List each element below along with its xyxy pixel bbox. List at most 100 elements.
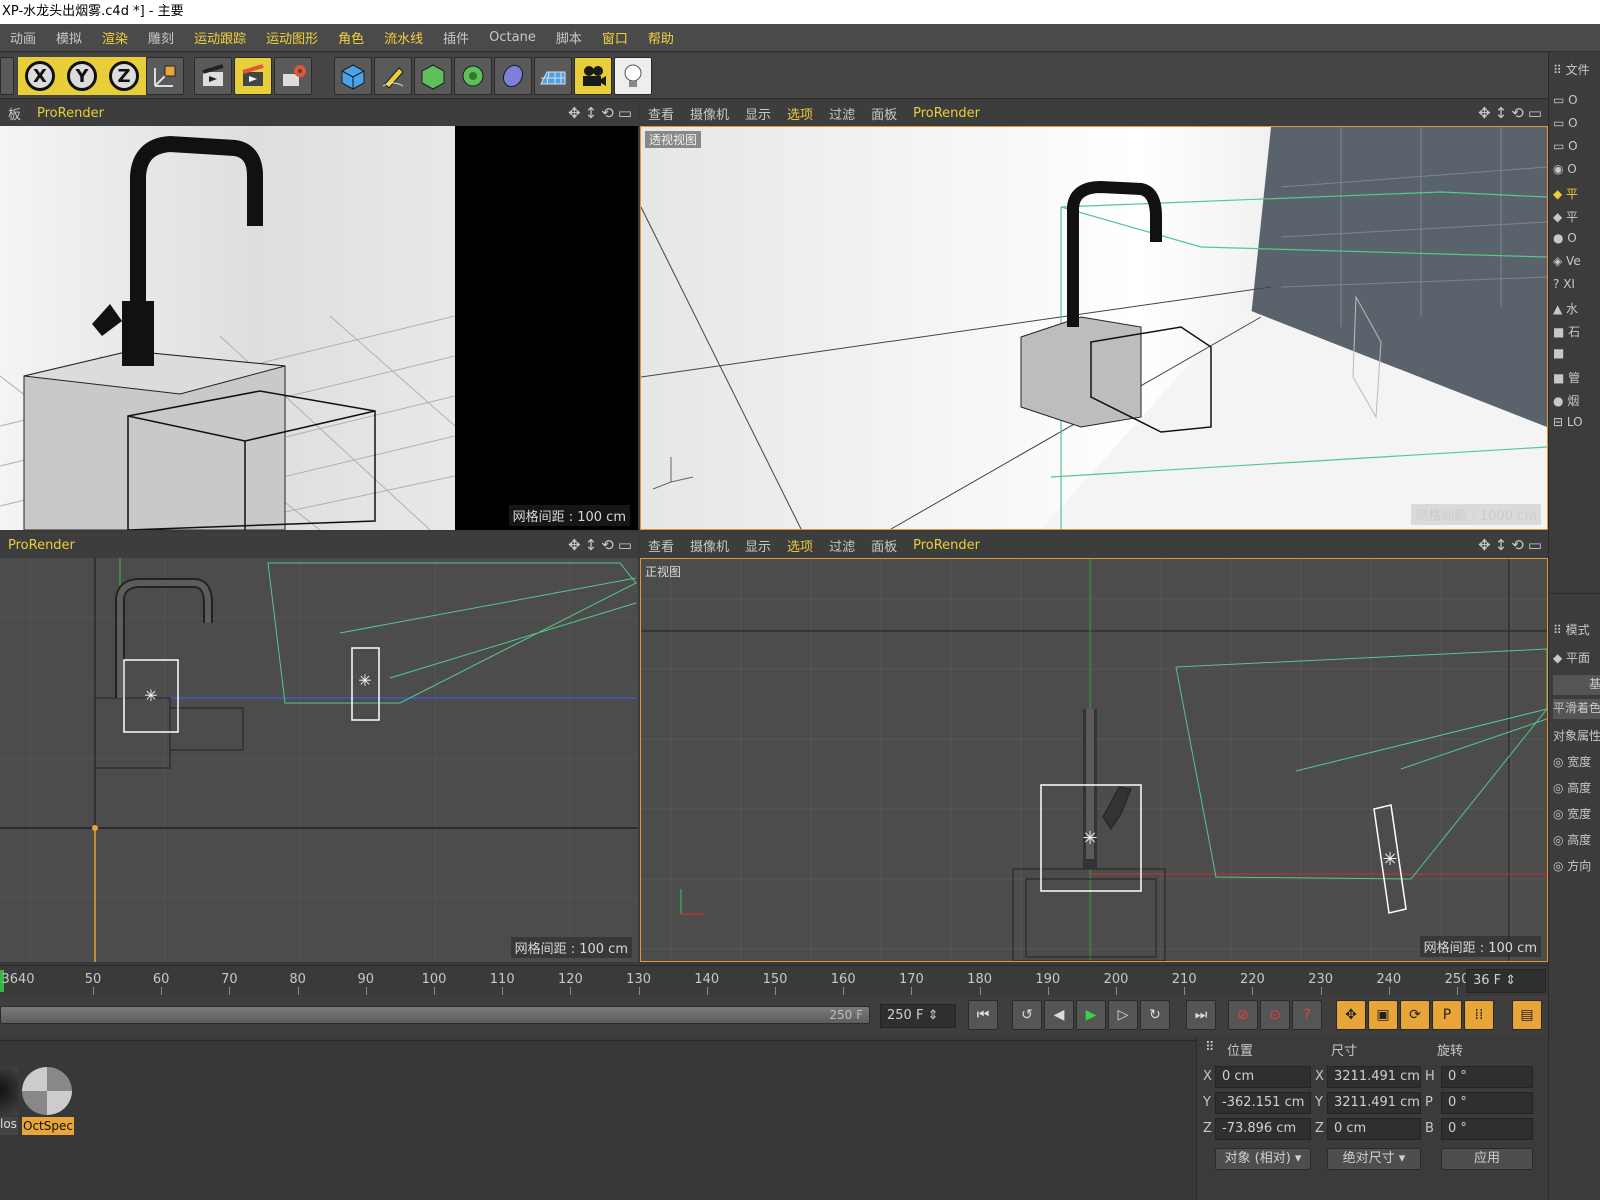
y-axis-button[interactable]: Y	[62, 59, 102, 93]
move-view-icon[interactable]: ✥	[1478, 536, 1491, 554]
viewport-canvas[interactable]: ✳ ✳ 正视图 网格间距 : 100 cm	[640, 558, 1548, 962]
rotation-h-field[interactable]: 0 °	[1441, 1066, 1533, 1088]
menu-item[interactable]: 插件	[433, 28, 479, 47]
attribute-field[interactable]: ◎ 高度	[1553, 831, 1591, 851]
viewport-menu-camera[interactable]: 摄像机	[682, 104, 737, 123]
phong-tab[interactable]: 平滑着色	[1553, 699, 1600, 719]
viewport-menu-panel[interactable]: 面板	[863, 536, 905, 555]
zoom-view-icon[interactable]: ↕	[1495, 536, 1508, 554]
menu-item[interactable]: 渲染	[92, 28, 138, 47]
object-row[interactable]: ? XI	[1553, 277, 1575, 297]
viewport-perspective[interactable]: 查看 摄像机 显示 选项 过滤 面板 ProRender ✥ ↕ ⟲ ▭ 透视视…	[640, 100, 1548, 530]
viewport-menu-item[interactable]: 板	[0, 104, 29, 123]
floor-button[interactable]	[534, 57, 572, 95]
cloner-button[interactable]	[454, 57, 492, 95]
viewport-top-left[interactable]: 板 ProRender ✥ ↕ ⟲ ▭ 网格间距: 100 cm	[0, 100, 638, 530]
viewport-menu-prorender[interactable]: ProRender	[905, 106, 988, 121]
go-to-next-key-button[interactable]: ↻	[1140, 1000, 1170, 1030]
render-settings-button[interactable]	[274, 57, 312, 95]
viewport-menu-prorender[interactable]: ProRender	[905, 538, 988, 553]
viewport-bottom-left[interactable]: ProRender ✥ ↕ ⟲ ▭ ✳ ✳ 网格间距: 100 cm	[0, 532, 638, 962]
attribute-field[interactable]: ◎ 高度	[1553, 779, 1591, 799]
attribute-field[interactable]: ◎ 宽度	[1553, 805, 1591, 825]
move-view-icon[interactable]: ✥	[568, 536, 581, 554]
object-row[interactable]: ▭ O	[1553, 116, 1578, 136]
rotate-view-icon[interactable]: ⟲	[1511, 536, 1524, 554]
rotate-view-icon[interactable]: ⟲	[601, 104, 614, 122]
keyframe-selection-button[interactable]: ?	[1292, 1000, 1322, 1030]
menu-item[interactable]: 模拟	[46, 28, 92, 47]
timeline-button[interactable]: ▤	[1512, 1000, 1542, 1030]
rotation-p-field[interactable]: 0 °	[1441, 1092, 1533, 1114]
world-coordinate-button[interactable]	[146, 57, 184, 95]
viewport-menu-options[interactable]: 选项	[779, 536, 821, 555]
move-view-icon[interactable]: ✥	[1478, 104, 1491, 122]
position-z-field[interactable]: -73.896 cm	[1215, 1118, 1311, 1140]
light-button[interactable]	[614, 57, 652, 95]
menu-item[interactable]: 流水线	[374, 28, 433, 47]
maximize-view-icon[interactable]: ▭	[618, 536, 632, 554]
menu-item[interactable]: 动画	[0, 28, 46, 47]
timeline-ruler[interactable]: 3640 50 60 70 80 90 100 110 120 130 140 150 160 170 1…	[0, 965, 1548, 995]
viewport-canvas[interactable]: 透视视图 网格间距 : 1000 cm	[640, 126, 1548, 530]
time-range-slider[interactable]: 250 F	[0, 1006, 870, 1024]
object-row[interactable]: ▲ 水	[1553, 300, 1578, 320]
object-row[interactable]: ● O	[1553, 231, 1577, 251]
record-position-button[interactable]: ✥	[1336, 1000, 1366, 1030]
object-row[interactable]: ◆ 平	[1553, 185, 1578, 205]
viewport-menu-options[interactable]: 选项	[779, 104, 821, 123]
go-to-prev-key-button[interactable]: ↺	[1012, 1000, 1042, 1030]
current-frame-field[interactable]: 36 F ⇕	[1466, 969, 1546, 993]
end-frame-field[interactable]: 250 F ⇕	[880, 1004, 956, 1028]
menu-item[interactable]: 雕刻	[138, 28, 184, 47]
maximize-view-icon[interactable]: ▭	[618, 104, 632, 122]
size-z-field[interactable]: 0 cm	[1327, 1118, 1421, 1140]
attribute-field[interactable]: ◎ 宽度	[1553, 753, 1591, 773]
object-row[interactable]: ⊟ LO	[1553, 415, 1583, 435]
position-y-field[interactable]: -362.151 cm	[1215, 1092, 1311, 1114]
auto-keying-button[interactable]: ⊙	[1260, 1000, 1290, 1030]
rotate-view-icon[interactable]: ⟲	[601, 536, 614, 554]
size-y-field[interactable]: 3211.491 cm	[1327, 1092, 1421, 1114]
go-to-start-button[interactable]: ⏮	[968, 1000, 998, 1030]
go-to-end-button[interactable]: ⏭	[1186, 1000, 1216, 1030]
menu-item[interactable]: Octane	[479, 30, 546, 45]
menu-item[interactable]: 运动跟踪	[184, 28, 256, 47]
viewport-menu-filter[interactable]: 过滤	[821, 536, 863, 555]
coordinate-mode-dropdown[interactable]: 对象 (相对) ▾	[1215, 1148, 1311, 1170]
subdivision-surface-button[interactable]	[414, 57, 452, 95]
object-row[interactable]: ● 烟	[1553, 392, 1579, 412]
basic-tab[interactable]: 基	[1553, 675, 1600, 695]
object-row[interactable]: ■ 管	[1553, 369, 1580, 389]
record-parameter-button[interactable]: P	[1432, 1000, 1462, 1030]
viewport-menu-panel[interactable]: 面板	[863, 104, 905, 123]
prev-frame-button[interactable]: ◀	[1044, 1000, 1074, 1030]
viewport-menu-display[interactable]: 显示	[737, 536, 779, 555]
object-row[interactable]: ■ 石	[1553, 323, 1580, 343]
menu-item[interactable]: 帮助	[638, 28, 684, 47]
attribute-field[interactable]: ◎ 方向	[1553, 857, 1591, 877]
viewport-menu-filter[interactable]: 过滤	[821, 104, 863, 123]
material-thumb[interactable]	[0, 1067, 18, 1115]
render-to-picture-viewer-button[interactable]	[234, 57, 272, 95]
play-button[interactable]: ▶	[1076, 1000, 1106, 1030]
camera-button[interactable]	[574, 57, 612, 95]
position-x-field[interactable]: 0 cm	[1215, 1066, 1311, 1088]
size-mode-dropdown[interactable]: 绝对尺寸 ▾	[1327, 1148, 1421, 1170]
viewport-menu-view[interactable]: 查看	[640, 104, 682, 123]
rotation-b-field[interactable]: 0 °	[1441, 1118, 1533, 1140]
size-x-field[interactable]: 3211.491 cm	[1327, 1066, 1421, 1088]
menu-item[interactable]: 角色	[328, 28, 374, 47]
viewport-front[interactable]: 查看 摄像机 显示 选项 过滤 面板 ProRender ✥ ↕ ⟲ ▭ ✳ ✳…	[640, 532, 1548, 962]
record-point-level-button[interactable]: ⁞⁞	[1464, 1000, 1494, 1030]
cube-object-button[interactable]	[334, 57, 372, 95]
move-view-icon[interactable]: ✥	[568, 104, 581, 122]
viewport-canvas[interactable]: ✳ ✳ 网格间距 : 100 cm	[0, 558, 638, 962]
record-rotation-button[interactable]: ⟳	[1400, 1000, 1430, 1030]
viewport-menu-view[interactable]: 查看	[640, 536, 682, 555]
object-row[interactable]: ▭ O	[1553, 139, 1578, 159]
pen-spline-button[interactable]	[374, 57, 412, 95]
zoom-view-icon[interactable]: ↕	[1495, 104, 1508, 122]
material-name-selected[interactable]: OctSpec	[22, 1117, 74, 1135]
viewport-menu-item[interactable]: ProRender	[29, 106, 112, 121]
